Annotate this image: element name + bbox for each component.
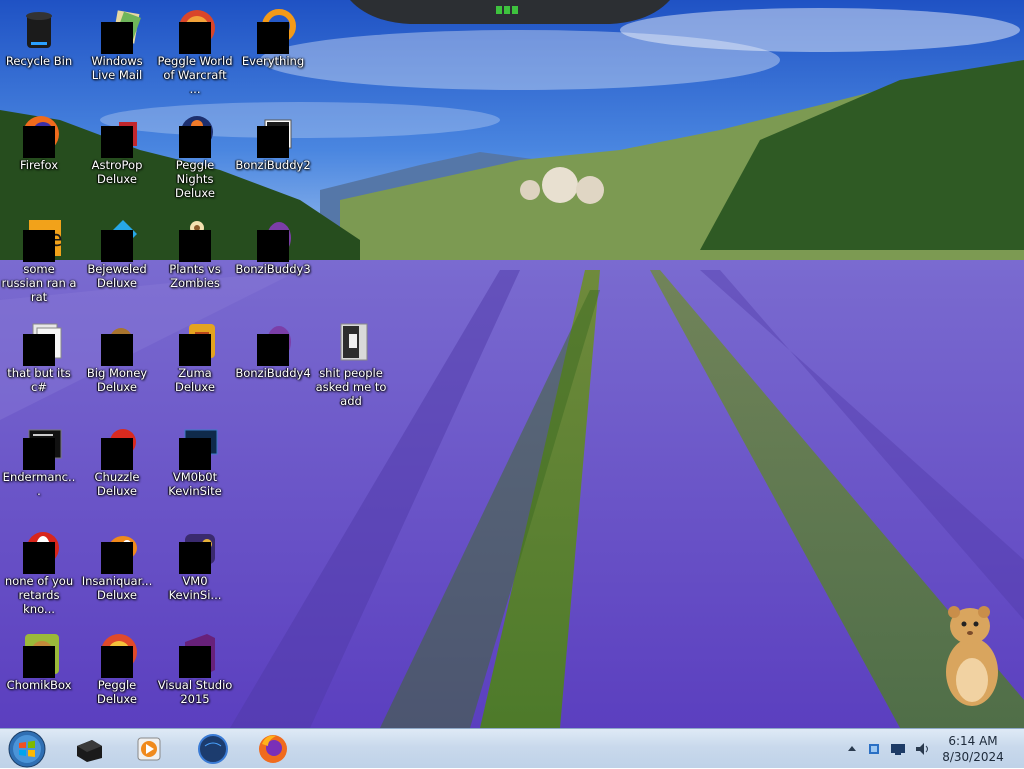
redaction-box <box>101 230 133 262</box>
desktop-icon-label: Firefox <box>19 158 59 172</box>
redaction-box <box>101 22 133 54</box>
desktop-icon-label: some russian ran a rat <box>1 262 77 304</box>
desktop-icon-bejeweled[interactable]: Bejeweled Deluxe <box>78 210 156 310</box>
firefox-icon <box>259 735 287 763</box>
redaction-box <box>179 542 211 574</box>
desktop-icon-zuma[interactable]: Zuma Deluxe <box>156 314 234 414</box>
desktop-icon-bonzibuddy4[interactable]: BonziBuddy4 <box>234 314 312 414</box>
redaction-box <box>23 126 55 158</box>
top-dock-bar <box>350 0 670 24</box>
taskbar-pinned-globe[interactable] <box>188 731 238 767</box>
desktop-icon-label: VM0b0t KevinSite <box>168 470 222 498</box>
terminal-box-icon <box>77 740 102 762</box>
desktop-icon-chomikbox[interactable]: ChomikBox <box>0 626 78 726</box>
taskbar-clock[interactable]: 6:14 AM 8/30/2024 <box>930 733 1016 765</box>
desktop-icon-label: none of you retards kno... <box>4 574 74 616</box>
desktop-icon-peggle-nights[interactable]: Peggle Nights Deluxe <box>156 106 234 206</box>
desktop-icon-endermanch[interactable]: Endermanc... <box>0 418 78 518</box>
redaction-box <box>257 230 289 262</box>
desktop-icon-label: VM0 KevinSi... <box>168 574 222 602</box>
desktop-icon-label: Endermanc... <box>2 470 76 498</box>
desktop-icon-plants-vs-zombies[interactable]: Plants vs Zombies <box>156 210 234 310</box>
desktop-icon-label: Insaniquar... Deluxe <box>81 574 153 602</box>
desktop-icon-insaniquarium[interactable]: Insaniquar... Deluxe <box>78 522 156 622</box>
desktop-icon-big-money[interactable]: Big Money Deluxe <box>78 314 156 414</box>
desktop-icon-bonzibuddy2[interactable]: BonziBuddy2 <box>234 106 312 206</box>
taskbar: 6:14 AM 8/30/2024 <box>0 728 1024 768</box>
desktop-icon-label: Big Money Deluxe <box>86 366 148 394</box>
desktop-icon-astropop[interactable]: AstroPop Deluxe <box>78 106 156 206</box>
desktop-icon-label: Peggle World of Warcraft ... <box>157 54 233 96</box>
recycle-bin-icon <box>26 12 52 48</box>
desktop-icon-vm0b0t-kevinsite[interactable]: VM0b0t KevinSite <box>156 418 234 518</box>
clock-time: 6:14 AM <box>948 734 998 748</box>
redaction-box <box>257 22 289 54</box>
desktop-icon-label: shit people asked me to add <box>315 366 387 408</box>
desktop-icon-visual-studio-2015[interactable]: Visual Studio 2015 <box>156 626 234 726</box>
redaction-box <box>101 438 133 470</box>
redaction-box <box>257 334 289 366</box>
taskbar-pinned-firefox[interactable] <box>248 731 298 767</box>
desktop-pet-hamster[interactable] <box>936 600 1006 710</box>
redaction-box <box>101 646 133 678</box>
redaction-box <box>101 542 133 574</box>
desktop-icon-none-of-you[interactable]: none of you retards kno... <box>0 522 78 622</box>
desktop-icon-shit-people-asked-me-to-add[interactable]: shit people asked me to add <box>312 314 390 414</box>
desktop-icon-label: BonziBuddy3 <box>235 262 311 276</box>
redaction-box <box>23 438 55 470</box>
taskbar-pinned-terminal[interactable] <box>64 731 114 767</box>
network-monitor-icon[interactable] <box>890 741 906 757</box>
speaker-icon[interactable] <box>914 741 930 757</box>
redaction-box <box>23 230 55 262</box>
desktop-icon-chuzzle[interactable]: Chuzzle Deluxe <box>78 418 156 518</box>
redaction-box <box>23 542 55 574</box>
clock-date: 8/30/2024 <box>942 750 1004 764</box>
desktop-icon-label: Peggle Deluxe <box>97 678 137 706</box>
taskbar-pinned-media-player[interactable] <box>124 731 174 767</box>
show-hidden-icons-arrow-icon[interactable] <box>844 741 860 757</box>
desktop-icon-label: Zuma Deluxe <box>175 366 215 394</box>
redaction-box <box>179 230 211 262</box>
desktop-icon-label: Recycle Bin <box>5 54 73 68</box>
redaction-box <box>179 438 211 470</box>
redaction-box <box>179 646 211 678</box>
desktop-icon-firefox[interactable]: Firefox <box>0 106 78 206</box>
redaction-box <box>179 126 211 158</box>
desktop-icon-recycle-bin[interactable]: Recycle Bin <box>0 2 78 102</box>
redaction-box <box>179 334 211 366</box>
media-player-icon <box>137 737 161 761</box>
redaction-box <box>101 126 133 158</box>
redaction-box <box>101 334 133 366</box>
desktop-icon-peggle-wow[interactable]: Peggle World of Warcraft ... <box>156 2 234 102</box>
desktop-icon-label: Visual Studio 2015 <box>157 678 233 706</box>
desktop-icon-label: that but its c# <box>7 366 71 394</box>
desktop-icon-peggle-deluxe[interactable]: Peggle Deluxe <box>78 626 156 726</box>
action-center-flag-icon[interactable] <box>866 741 882 757</box>
desktop-icon-label: Plants vs Zombies <box>169 262 221 290</box>
redaction-box <box>179 22 211 54</box>
globe-icon <box>198 734 228 764</box>
desktop-icon-some-russian-ran-a-rat[interactable]: e some russian ran a rat <box>0 210 78 310</box>
folder-icon <box>340 323 368 361</box>
desktop-icon-label: Chuzzle Deluxe <box>94 470 140 498</box>
desktop-icon-label: Windows Live Mail <box>91 54 143 82</box>
desktop-icon-label: AstroPop Deluxe <box>91 158 143 186</box>
redaction-box <box>23 646 55 678</box>
redaction-box <box>23 334 55 366</box>
desktop-icon-label: BonziBuddy4 <box>235 366 311 380</box>
desktop-icon-bonzibuddy3[interactable]: BonziBuddy3 <box>234 210 312 310</box>
windows-start-orb-icon[interactable] <box>4 729 50 769</box>
desktop-icon-label: Everything <box>241 54 305 68</box>
desktop-icon-label: Peggle Nights Deluxe <box>175 158 215 200</box>
desktop-icon-everything[interactable]: Everything <box>234 2 312 102</box>
desktop-icon-label: BonziBuddy2 <box>235 158 311 172</box>
desktop-icon-label: ChomikBox <box>6 678 72 692</box>
desktop-icon-windows-live-mail[interactable]: Windows Live Mail <box>78 2 156 102</box>
desktop-icon-vm0-kevinsite[interactable]: VM0 KevinSi... <box>156 522 234 622</box>
redaction-box <box>257 126 289 158</box>
desktop-icon-label: Bejeweled Deluxe <box>87 262 147 290</box>
desktop-icon-that-but-its-csharp[interactable]: that but its c# <box>0 314 78 414</box>
